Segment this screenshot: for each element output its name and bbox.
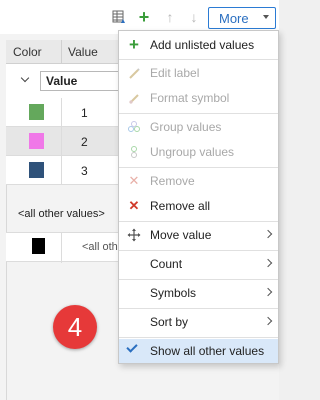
cell-divider (61, 98, 62, 127)
menu-item-label: Remove all (150, 199, 211, 213)
menu-item-symbols[interactable]: Symbols (119, 281, 278, 305)
ungroup-icon (127, 145, 141, 159)
menu-item-format-symbol[interactable]: Format symbol (119, 86, 278, 110)
menu-item-label: Remove (150, 174, 195, 188)
menu-item-ungroup-values[interactable]: Ungroup values (119, 140, 278, 164)
table-row[interactable]: 1 (6, 98, 121, 127)
table-row[interactable]: 3 (6, 156, 121, 185)
menu-item-group-values[interactable]: Group values (119, 115, 278, 139)
color-swatch[interactable] (32, 238, 45, 254)
menu-item-remove[interactable]: ✕ Remove (119, 169, 278, 193)
column-divider[interactable] (61, 40, 62, 64)
menu-divider (119, 167, 278, 168)
checkmark-icon (126, 341, 138, 353)
more-button[interactable]: More (208, 7, 276, 29)
all-other-values-row[interactable]: <all othe (6, 232, 124, 263)
brush-icon (127, 91, 141, 105)
remove-icon: ✕ (128, 173, 140, 188)
menu-item-add-unlisted-values[interactable]: + Add unlisted values (119, 33, 278, 57)
column-header-value[interactable]: Value (68, 45, 98, 59)
menu-item-label: Format symbol (150, 91, 230, 105)
table-icon[interactable] (112, 10, 126, 24)
menu-item-remove-all[interactable]: ✕ Remove all (119, 194, 278, 218)
add-icon[interactable]: + (137, 8, 151, 26)
value-cell: 2 (81, 135, 88, 149)
menu-divider (119, 113, 278, 114)
menu-item-label: Show all other values (150, 344, 265, 358)
cell-divider (61, 233, 62, 263)
table-row[interactable]: 2 (6, 127, 121, 156)
all-other-values-heading: <all other values> (18, 208, 105, 220)
value-group-row: Value (6, 64, 122, 98)
menu-item-label: Group values (150, 120, 222, 134)
menu-divider (119, 337, 278, 338)
menu-item-label: Sort by (150, 315, 189, 329)
cell-divider (61, 127, 62, 156)
menu-item-label: Move value (150, 228, 212, 242)
color-swatch[interactable] (29, 162, 44, 178)
table-header: Color Value (6, 40, 121, 64)
more-menu: + Add unlisted values Edit label Format … (118, 30, 279, 364)
cell-divider (61, 156, 62, 185)
value-cell: 3 (81, 164, 88, 178)
chevron-right-icon (263, 258, 273, 268)
chevron-down-icon[interactable] (20, 73, 30, 83)
field-selector[interactable]: Value (40, 71, 122, 91)
menu-item-label: Symbols (150, 286, 197, 300)
more-button-label: More (219, 10, 249, 26)
menu-item-sort-by[interactable]: Sort by (119, 310, 278, 334)
pencil-icon (127, 66, 141, 80)
toolbar: + ↑ ↓ More (0, 0, 279, 34)
menu-item-label: Count (150, 257, 183, 271)
chevron-right-icon (263, 229, 273, 239)
move-icon (127, 228, 141, 242)
menu-item-move-value[interactable]: Move value (119, 223, 278, 247)
chevron-right-icon (263, 287, 273, 297)
step-badge: 4 (53, 305, 97, 349)
menu-divider (119, 279, 278, 280)
menu-divider (119, 250, 278, 251)
remove-all-icon: ✕ (128, 198, 140, 213)
chevron-right-icon (263, 316, 273, 326)
move-down-icon[interactable]: ↓ (187, 9, 201, 25)
menu-divider (119, 308, 278, 309)
value-cell: 1 (81, 106, 88, 120)
menu-item-show-all-other-values[interactable]: Show all other values (119, 339, 278, 363)
menu-item-edit-label[interactable]: Edit label (119, 61, 278, 85)
menu-divider (119, 59, 278, 60)
color-swatch[interactable] (29, 133, 44, 149)
group-icon (127, 120, 141, 134)
menu-item-label: Add unlisted values (150, 38, 255, 52)
menu-divider (119, 221, 278, 222)
move-up-icon[interactable]: ↑ (163, 9, 177, 25)
plus-icon: + (129, 35, 139, 54)
column-header-color[interactable]: Color (13, 45, 42, 59)
chevron-down-icon (263, 15, 269, 19)
menu-item-label: Ungroup values (150, 145, 235, 159)
menu-item-count[interactable]: Count (119, 252, 278, 276)
color-swatch[interactable] (29, 104, 44, 120)
menu-item-label: Edit label (150, 66, 200, 80)
